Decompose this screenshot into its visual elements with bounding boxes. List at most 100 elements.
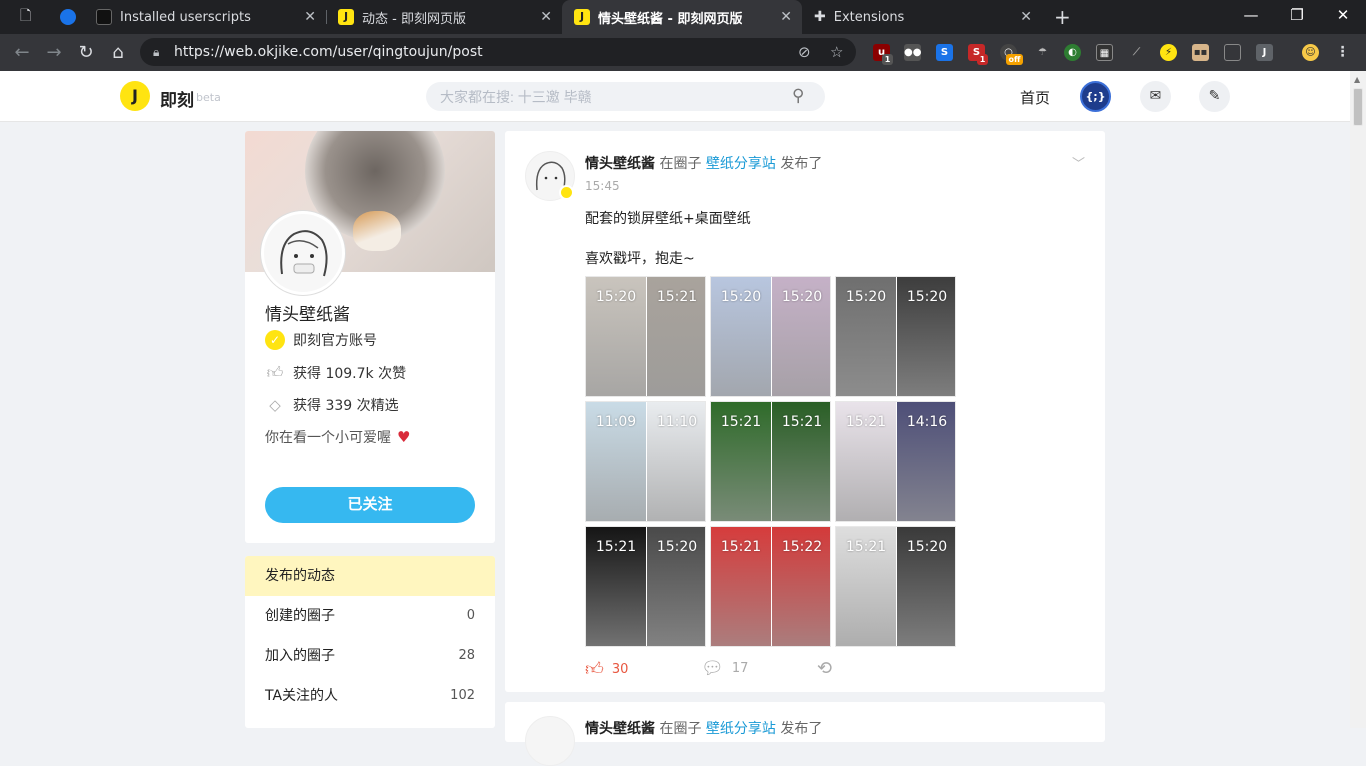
menu-icon[interactable]: ⋮ — [1334, 44, 1351, 61]
bio-row: 你在看一个小可爱喔 ♥ — [265, 427, 410, 447]
post-image[interactable]: 11:09 11:10 — [585, 401, 706, 522]
address-bar[interactable]: 🔒︎ https://web.okjike.com/user/qingtouju… — [140, 38, 856, 66]
scroll-thumb[interactable] — [1353, 88, 1363, 126]
wallpaper-clock: 15:21 — [845, 414, 887, 430]
tab-extensions[interactable]: ✚ Extensions ✕ — [802, 0, 1042, 34]
repost-icon: ⟲ — [817, 658, 833, 679]
featured-row: ◇ 获得 339 次精选 — [265, 395, 398, 415]
published-label: 发布了 — [780, 156, 823, 172]
chevron-down-icon[interactable]: ﹀ — [1072, 153, 1085, 172]
umbrella-icon[interactable]: ☂ — [1034, 44, 1051, 61]
post-actions: 👍︎ 30 💬︎ 17 ⟲ — [585, 658, 885, 682]
j-ext-icon[interactable]: J — [1256, 44, 1273, 61]
home-link[interactable]: 首页 — [1020, 87, 1050, 108]
wallpaper-clock: 15:21 — [720, 539, 762, 555]
close-tab-icon[interactable]: ✕ — [540, 9, 552, 25]
puzzle-icon: ✚ — [814, 9, 826, 25]
reload-button[interactable]: ↻ — [74, 41, 98, 65]
ext-badge: 1 — [977, 54, 988, 65]
post-card: 情头壁纸酱 在圈子 壁纸分享站 发布了 15:45 ﹀ 配套的锁屏壁纸+桌面壁纸… — [505, 131, 1105, 692]
wallpaper-half: 15:21 — [836, 402, 896, 521]
link-ext-icon[interactable]: ⟋ — [1128, 44, 1145, 61]
brand-name[interactable]: 即刻 — [160, 86, 194, 111]
wallpaper-half: 15:20 — [711, 277, 771, 396]
back-button[interactable]: ← — [10, 41, 34, 65]
wallpaper-clock: 15:21 — [845, 539, 887, 555]
tab-jike-profile[interactable]: J 情头壁纸酱 - 即刻网页版 ✕ — [562, 0, 802, 34]
star-icon[interactable]: ☆ — [830, 38, 843, 66]
lock-icon: 🔒︎ — [153, 45, 160, 59]
color-ext-icon[interactable]: ◐ — [1064, 44, 1081, 61]
thumbs-up-icon: 👍︎ — [585, 659, 604, 680]
home-button[interactable]: ⌂ — [106, 41, 130, 65]
wallpaper-clock: 15:21 — [781, 414, 823, 430]
search-icon[interactable]: ⚲ — [792, 86, 804, 106]
repost-button[interactable]: ⟲ — [817, 658, 840, 679]
like-button[interactable]: 👍︎ 30 — [585, 658, 628, 680]
wallpaper-half: 15:20 — [647, 527, 705, 646]
jike-icon: J — [574, 9, 590, 25]
tab-document[interactable]: 🗋 — [8, 0, 48, 34]
menu-item-created-topics[interactable]: 创建的圈子 0 — [245, 596, 495, 636]
face-ext-icon[interactable]: ▪▪ — [1192, 44, 1209, 61]
pip-icon[interactable] — [1224, 44, 1241, 61]
close-tab-icon[interactable]: ✕ — [1020, 9, 1032, 25]
post-text-line: 配套的锁屏壁纸+桌面壁纸 — [585, 211, 751, 227]
tab-app[interactable] — [48, 0, 84, 34]
wallpaper-half: 15:21 — [647, 277, 705, 396]
page-scrollbar[interactable]: ▲ — [1350, 71, 1366, 728]
comment-button[interactable]: 💬︎ 17 — [701, 658, 748, 679]
post-image[interactable]: 15:20 15:20 — [710, 276, 831, 397]
post-image[interactable]: 15:20 15:21 — [585, 276, 706, 397]
thumbs-up-icon: 👍︎ — [266, 363, 284, 382]
topic-link[interactable]: 壁纸分享站 — [706, 156, 776, 172]
wallpaper-half: 15:20 — [772, 277, 830, 396]
tab-jike-feed[interactable]: J 动态 - 即刻网页版 ✕ — [326, 0, 562, 34]
post-author-name[interactable]: 情头壁纸酱 — [585, 156, 655, 172]
mail-icon: ✉ — [1149, 88, 1162, 104]
post-image[interactable]: 15:21 14:16 — [835, 401, 956, 522]
user-avatar[interactable]: {;} — [1080, 81, 1111, 112]
close-tab-icon[interactable]: ✕ — [304, 9, 316, 25]
post-image[interactable]: 15:21 15:22 — [710, 526, 831, 647]
wallpaper-half: 15:20 — [897, 527, 955, 646]
new-tab-button[interactable]: + — [1046, 0, 1080, 34]
s-ext-icon[interactable]: S — [936, 44, 953, 61]
topic-link[interactable]: 壁纸分享站 — [706, 721, 776, 737]
site-header: J 即刻 beta ⚲ 首页 {;} ✉ ✎ — [0, 71, 1350, 122]
search-input[interactable] — [426, 82, 825, 111]
scroll-up-icon[interactable]: ▲ — [1354, 75, 1360, 84]
follow-button[interactable]: 已关注 — [265, 487, 475, 523]
tampermonkey-ext-icon[interactable]: ●● — [904, 44, 921, 61]
profile-avatar-icon[interactable]: ☺ — [1302, 44, 1319, 61]
post-image[interactable]: 15:21 15:20 — [585, 526, 706, 647]
qr-code-icon[interactable]: ▦ — [1096, 44, 1113, 61]
post-image[interactable]: 15:20 15:20 — [835, 276, 956, 397]
wallpaper-half: 15:20 — [586, 277, 646, 396]
minimize-button[interactable]: — — [1228, 0, 1274, 30]
restore-button[interactable]: ❐ — [1274, 0, 1320, 30]
jike-ext-icon[interactable]: ⚡ — [1160, 44, 1177, 61]
profile-avatar[interactable] — [261, 211, 345, 295]
translate-icon[interactable]: ⊘ — [798, 38, 811, 66]
post-image[interactable]: 15:21 15:20 — [835, 526, 956, 647]
close-window-button[interactable]: ✕ — [1320, 0, 1366, 30]
jike-logo-icon[interactable]: J — [120, 81, 150, 111]
wallpaper-half: 15:20 — [836, 277, 896, 396]
forward-button[interactable]: → — [42, 41, 66, 65]
beta-label: beta — [196, 91, 221, 104]
home-icon: ⌂ — [112, 42, 124, 63]
wallpaper-half: 15:21 — [772, 402, 830, 521]
post-author-avatar[interactable] — [525, 716, 575, 766]
ext-badge: 1 — [882, 54, 893, 65]
tab-installed-userscripts[interactable]: Installed userscripts ✕ — [84, 0, 326, 34]
menu-item-following[interactable]: TA关注的人 102 — [245, 676, 495, 716]
menu-item-posts[interactable]: 发布的动态 — [245, 556, 495, 596]
compose-button[interactable]: ✎ — [1199, 81, 1230, 112]
url-text: https://web.okjike.com/user/qingtoujun/p… — [174, 44, 483, 60]
menu-item-joined-topics[interactable]: 加入的圈子 28 — [245, 636, 495, 676]
messages-button[interactable]: ✉ — [1140, 81, 1171, 112]
post-image[interactable]: 15:21 15:21 — [710, 401, 831, 522]
post-author-name[interactable]: 情头壁纸酱 — [585, 721, 655, 737]
close-tab-icon[interactable]: ✕ — [780, 9, 792, 25]
